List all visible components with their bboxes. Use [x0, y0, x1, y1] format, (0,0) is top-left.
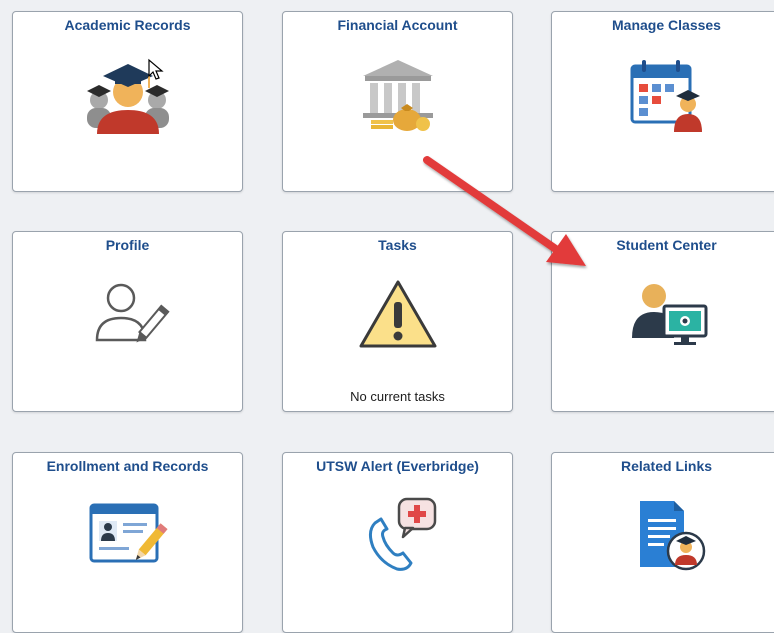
tile-title: Tasks: [378, 237, 417, 253]
tile-title: UTSW Alert (Everbridge): [316, 458, 479, 474]
tile-related-links[interactable]: Related Links: [551, 452, 774, 633]
tile-title: Manage Classes: [612, 17, 721, 33]
id-card-pencil-icon: [83, 495, 173, 575]
phone-medical-icon: [353, 495, 443, 575]
tile-title: Student Center: [616, 237, 717, 253]
user-edit-icon: [83, 274, 173, 354]
tile-title: Financial Account: [337, 17, 458, 33]
tile-tasks[interactable]: Tasks No current tasks: [282, 231, 513, 412]
tile-title: Academic Records: [64, 17, 191, 33]
tile-subtitle: No current tasks: [350, 389, 445, 404]
tile-utsw-alert[interactable]: UTSW Alert (Everbridge): [282, 452, 513, 633]
tile-student-center[interactable]: Student Center: [551, 231, 774, 412]
tile-academic-records[interactable]: Academic Records: [12, 11, 243, 192]
tile-title: Enrollment and Records: [46, 458, 209, 474]
tile-title: Related Links: [620, 458, 713, 474]
tile-profile[interactable]: Profile: [12, 231, 243, 412]
document-student-icon: [622, 495, 712, 575]
tile-financial-account[interactable]: Financial Account: [282, 11, 513, 192]
tile-enrollment-and-records[interactable]: Enrollment and Records: [12, 452, 243, 633]
warning-icon: [353, 274, 443, 354]
tile-manage-classes[interactable]: Manage Classes: [551, 11, 774, 192]
mouse-cursor-icon: [148, 58, 164, 80]
tile-title: Profile: [105, 237, 150, 253]
student-computer-icon: [622, 274, 712, 354]
bank-money-icon: [353, 54, 443, 134]
calendar-student-icon: [622, 54, 712, 134]
